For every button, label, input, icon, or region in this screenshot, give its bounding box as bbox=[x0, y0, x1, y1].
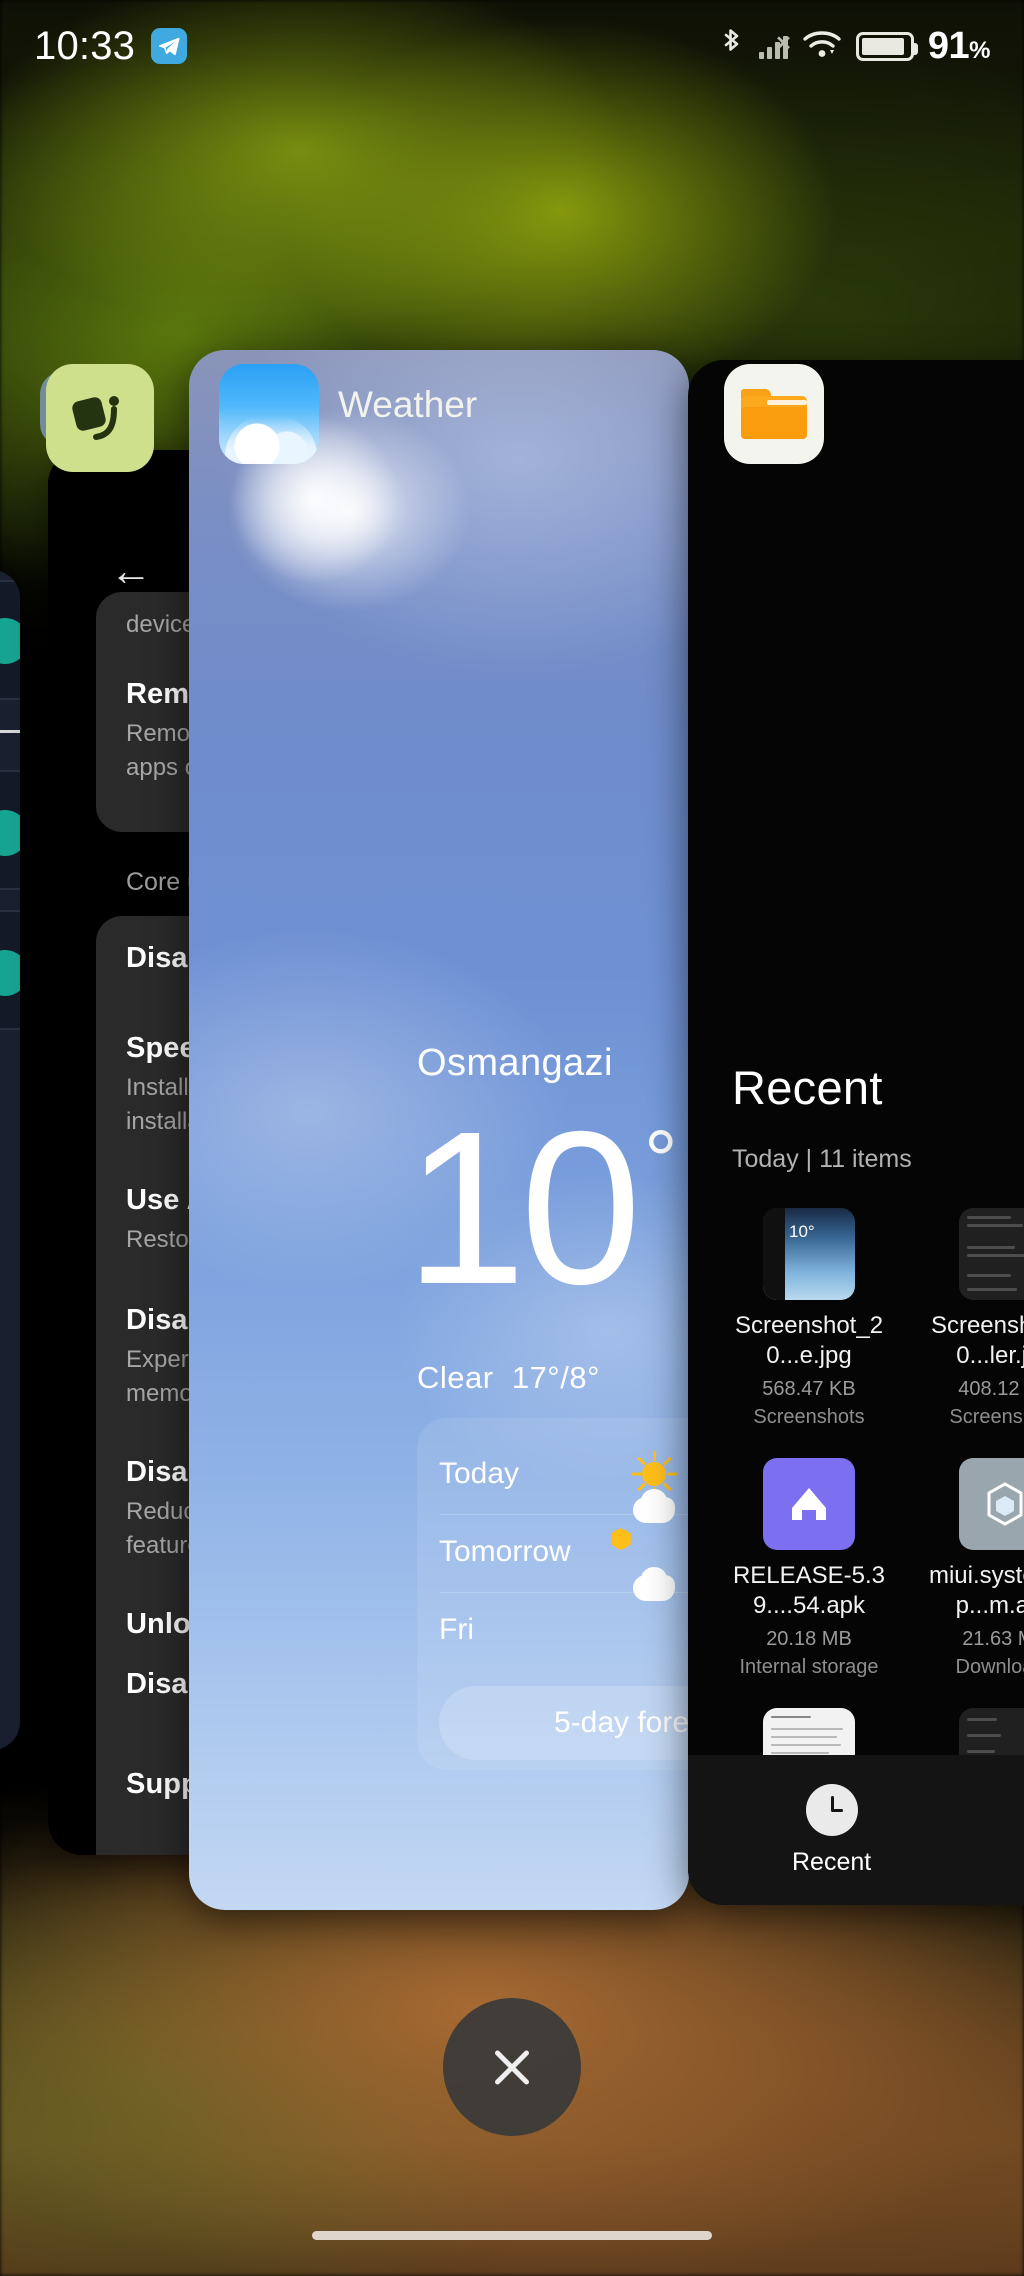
bluetooth-icon bbox=[719, 26, 745, 67]
file-name: Screenshot_20...e.jpg bbox=[734, 1312, 884, 1370]
clock-icon bbox=[805, 1783, 858, 1836]
weather-degree-symbol: ° bbox=[644, 1113, 678, 1207]
weather-city: Osmangazi bbox=[417, 1042, 613, 1084]
status-bar: 10:33 ✕ 91% bbox=[0, 0, 1024, 92]
close-all-button[interactable] bbox=[443, 1998, 581, 2136]
weather-temperature: 10 bbox=[405, 1087, 641, 1330]
file-size: 568.47 KB bbox=[762, 1378, 856, 1401]
file-manager-app-icon[interactable] bbox=[724, 364, 824, 464]
battery-icon bbox=[855, 31, 918, 61]
weather-forecast-panel: Today 8° Tomorrow bbox=[417, 1418, 689, 1770]
weather-condition: Clear 17°/8° bbox=[417, 1360, 600, 1396]
file-name: RELEASE-5.39....54.apk bbox=[732, 1562, 886, 1620]
list-item[interactable]: miui.systemui.p...m.apk 21.63 MB Downloa… bbox=[910, 1458, 1024, 1679]
forecast-day-label: Today bbox=[439, 1457, 520, 1490]
tab-recent-label: Recent bbox=[792, 1847, 872, 1876]
list-item[interactable]: Screenshot_20...e.jpg 568.47 KB Screensh… bbox=[714, 1208, 904, 1429]
forecast-day-label: Fri bbox=[439, 1613, 474, 1646]
telegram-icon bbox=[151, 28, 188, 64]
app-card-file-manager[interactable]: Recent Today | 11 items Screenshot_20...… bbox=[688, 360, 1024, 1905]
recents-card-deck: ← device. Remove Remove “T apps on scr C… bbox=[0, 350, 1024, 1910]
page-title: Recent bbox=[732, 1061, 883, 1114]
list-item[interactable]: RELEASE-5.39....54.apk 20.18 MB Internal… bbox=[714, 1458, 904, 1679]
shizuku-app-icon[interactable] bbox=[46, 364, 154, 472]
file-location: Internal storage bbox=[739, 1656, 879, 1679]
battery-percent: 91% bbox=[927, 24, 991, 67]
weather-app-label: Weather bbox=[338, 384, 478, 425]
file-size: 408.12 KB bbox=[958, 1378, 1024, 1401]
apk-icon bbox=[763, 1458, 855, 1550]
forecast-row-fri[interactable]: Fri 6° bbox=[417, 1567, 689, 1668]
section-header-today: Today | 11 items bbox=[732, 1145, 912, 1173]
weather-app-icon[interactable] bbox=[219, 364, 319, 464]
file-name: Screenshot_20...ler.jpg bbox=[930, 1312, 1024, 1370]
file-size: 21.63 MB bbox=[962, 1628, 1024, 1651]
file-location: Screenshots bbox=[753, 1406, 865, 1429]
file-thumbnail bbox=[763, 1208, 855, 1300]
list-item[interactable]: Screenshot_20...ler.jpg 408.12 KB Screen… bbox=[910, 1208, 1024, 1429]
file-thumbnail bbox=[959, 1208, 1024, 1300]
file-name: miui.systemui.p...m.apk bbox=[928, 1562, 1024, 1620]
bottom-navigation: Recent Stor bbox=[688, 1755, 1024, 1905]
file-size: 20.18 MB bbox=[766, 1628, 852, 1651]
file-location: Screenshots bbox=[949, 1406, 1024, 1429]
cloud-icon bbox=[631, 1567, 677, 1653]
close-icon bbox=[486, 2041, 538, 2093]
app-switcher-icon-row: Weather bbox=[0, 348, 1024, 472]
folder-icon bbox=[741, 389, 807, 439]
status-bar-clock: 10:33 bbox=[34, 23, 136, 68]
status-bar-right: ✕ 91% bbox=[719, 25, 990, 68]
weather-icon-cloud bbox=[225, 416, 317, 464]
wifi-icon bbox=[802, 28, 842, 65]
back-arrow-icon[interactable]: ← bbox=[110, 550, 152, 592]
forecast-day-label: Tomorrow bbox=[439, 1535, 571, 1568]
status-bar-left: 10:33 bbox=[34, 23, 188, 69]
app-card-weather[interactable]: Osmangazi 10 ° Clear 17°/8° Today 8° bbox=[189, 350, 689, 1910]
five-day-forecast-button[interactable]: 5-day forecast bbox=[439, 1686, 689, 1760]
signal-no-sim-icon: ✕ bbox=[758, 33, 792, 59]
tab-recent[interactable]: Recent bbox=[792, 1783, 872, 1877]
home-indicator[interactable] bbox=[312, 2231, 712, 2240]
weather-high-low: 17°/8° bbox=[511, 1360, 600, 1395]
apk-icon bbox=[959, 1458, 1024, 1550]
app-card-background[interactable] bbox=[0, 570, 20, 1750]
file-location: Downloads bbox=[955, 1656, 1024, 1679]
weather-condition-text: Clear bbox=[417, 1360, 494, 1395]
